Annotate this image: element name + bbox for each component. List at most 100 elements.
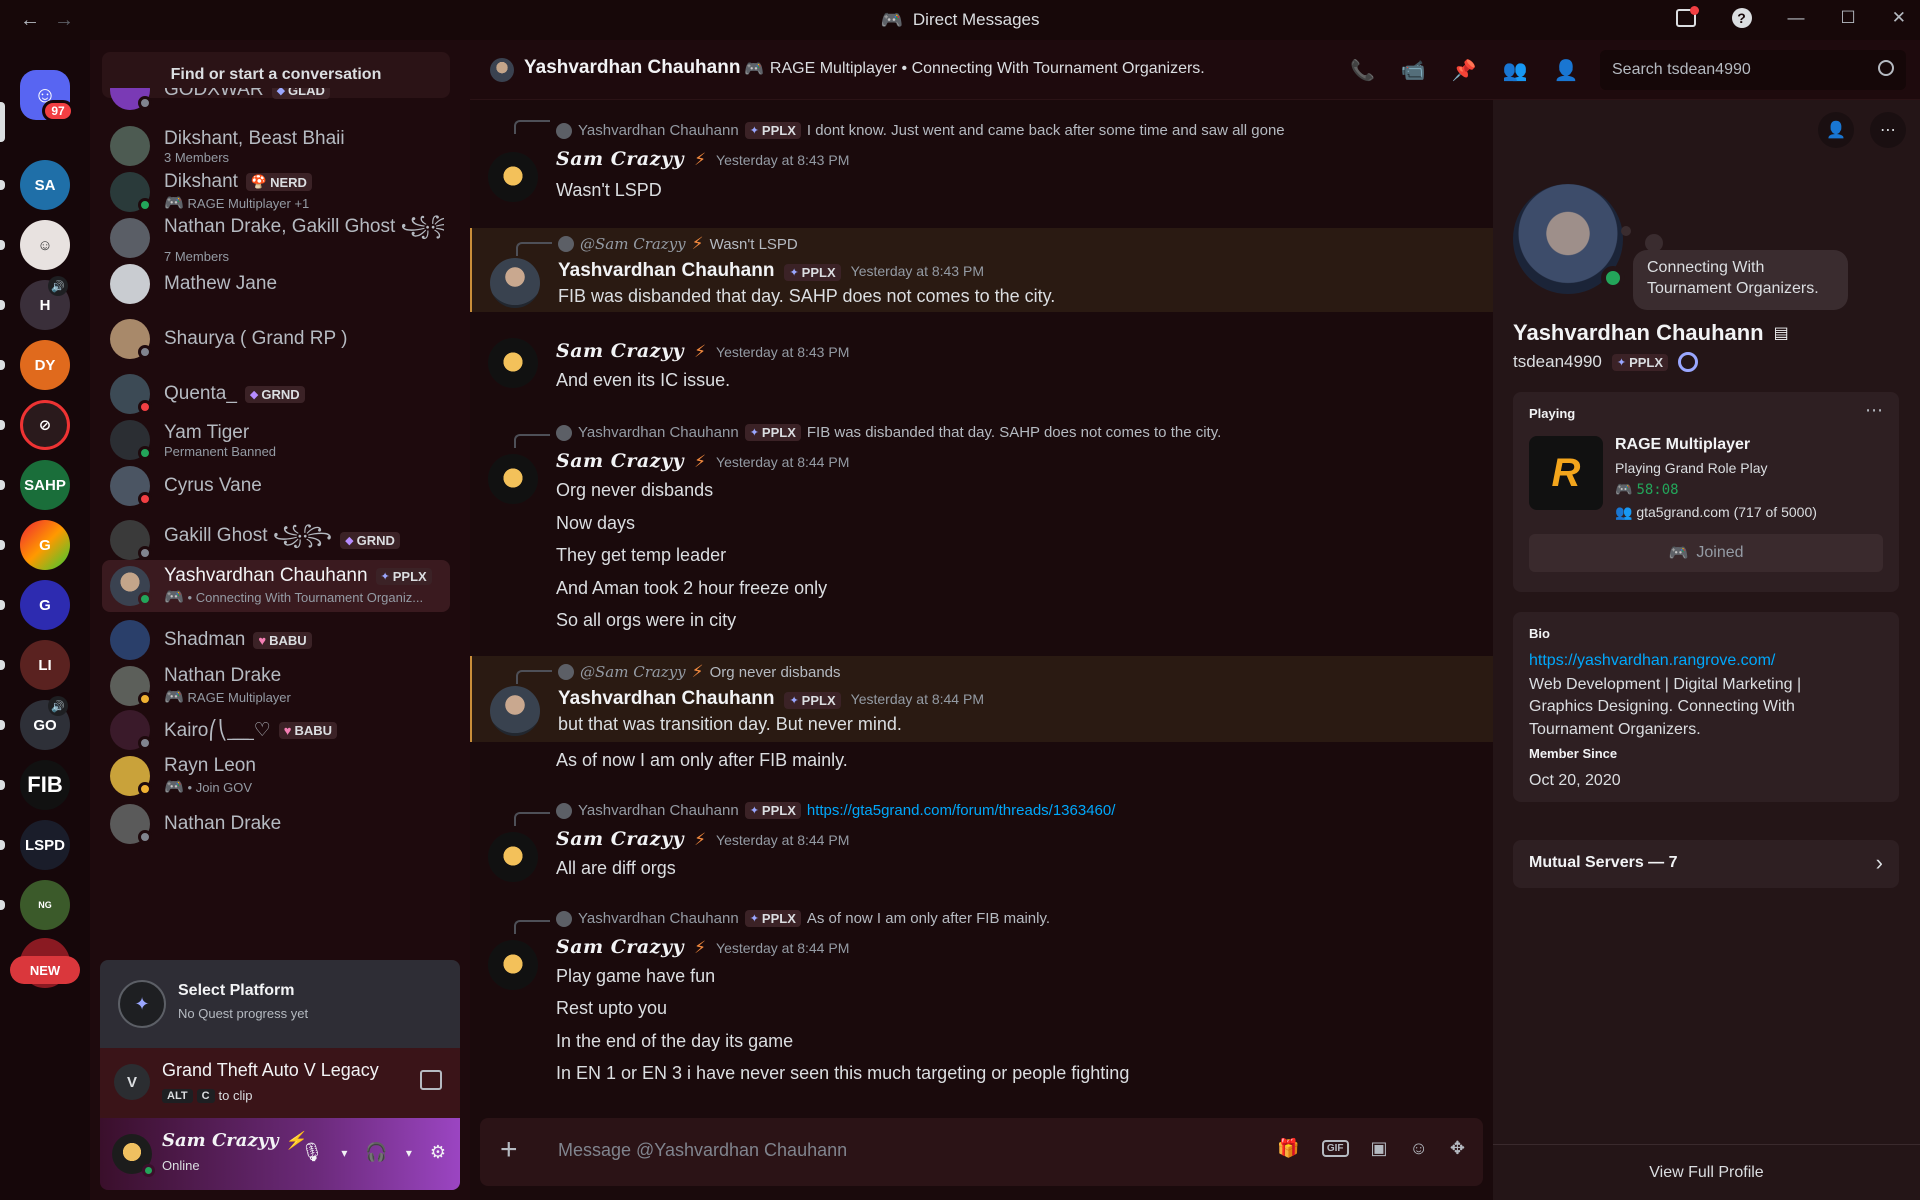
reply-preview[interactable]: Yashvardhan Chauhann ✦ PPLX I dont know. … — [556, 122, 1285, 139]
unread-pip — [0, 480, 5, 490]
author-name[interactable]: Sam Crazyy — [556, 936, 684, 958]
apps-icon[interactable]: ✥ — [1450, 1138, 1465, 1159]
group-avatar — [110, 218, 150, 258]
author-avatar[interactable] — [488, 152, 538, 202]
dm-item[interactable]: Dikshant 🍄 NERD 🎮 RAGE Multiplayer +1 — [102, 166, 450, 218]
more-options-icon[interactable]: ⋯ — [1870, 112, 1906, 148]
server-avatar-2[interactable]: ☺ — [20, 220, 70, 270]
server-lspd[interactable]: LSPD — [20, 820, 70, 870]
server-no-symbol[interactable]: ⊘ — [20, 400, 70, 450]
maximize-icon[interactable]: ☐ — [1841, 8, 1856, 28]
server-national-guard[interactable]: NG — [20, 880, 70, 930]
message-composer[interactable]: + Message @Yashvardhan Chauhann 🎁 GIF ▣ … — [480, 1118, 1483, 1186]
dm-sidebar: Find or start a conversation GODXWAR ◆ GLA… — [90, 40, 470, 1200]
message-line: As of now I am only after FIB mainly. — [556, 750, 848, 770]
server-fib[interactable]: FIB — [20, 760, 70, 810]
dm-item[interactable]: Gakill Ghost ꧁꧂ ◆ GRND — [102, 514, 450, 566]
author-name[interactable]: Sam Crazyy — [556, 340, 684, 362]
dm-item[interactable]: Dikshant, Beast Bhaii 3 Members — [102, 120, 450, 172]
minimize-icon[interactable]: — — [1788, 8, 1805, 28]
reply-preview[interactable]: Yashvardhan Chauhann ✦ PPLX FIB was disba… — [556, 424, 1221, 441]
dm-item-selected[interactable]: Yashvardhan Chauhann ✦ PPLX 🎮 • Connecting … — [102, 560, 450, 612]
add-friends-icon[interactable]: 👥 — [1503, 58, 1528, 83]
search-input[interactable]: Search tsdean4990 — [1600, 50, 1906, 90]
forward-arrow-icon[interactable]: → — [54, 9, 74, 32]
author-name[interactable]: Yashvardhan Chauhann — [558, 260, 774, 282]
help-icon[interactable]: ? — [1731, 8, 1752, 28]
author-avatar[interactable] — [490, 686, 540, 736]
server-dosti-yaari[interactable]: DY — [20, 340, 70, 390]
sticker-icon[interactable]: ▣ — [1371, 1138, 1388, 1159]
gif-icon[interactable]: GIF — [1321, 1140, 1349, 1157]
tag-label: NERD — [270, 174, 307, 190]
back-arrow-icon[interactable]: ← — [20, 9, 40, 32]
microphone-icon[interactable]: 🎙 — [301, 1142, 324, 1163]
clip-icon[interactable] — [420, 1070, 442, 1090]
close-icon[interactable]: ✕ — [1892, 8, 1906, 28]
sparkle-icon: ✦ — [789, 267, 799, 279]
note-icon[interactable]: ▤ — [1774, 323, 1789, 343]
gift-icon[interactable]: 🎁 — [1277, 1138, 1299, 1159]
clip-hint-text: to clip — [218, 1088, 253, 1103]
server-grand-1[interactable]: G — [20, 520, 70, 570]
inbox-icon[interactable] — [1675, 6, 1699, 27]
message-input[interactable]: Message @Yashvardhan Chauhann — [558, 1140, 847, 1161]
dm-item[interactable]: Kairo⎛⎝ ̲ ̲ ̲ ̲ ♡ ♥ BABU — [102, 704, 450, 756]
dm-item[interactable]: Shadman ♥ BABU — [102, 614, 450, 666]
message-mention: @Sam Crazyy ⚡ Wasn't LSPD Yashvardhan Ch… — [470, 228, 1493, 312]
server-san-andreas[interactable]: SA — [20, 160, 70, 210]
gamepad-icon: 🎮 — [164, 779, 184, 796]
dm-item[interactable]: Nathan Drake — [102, 798, 450, 850]
view-full-profile-button[interactable]: View Full Profile — [1493, 1144, 1920, 1200]
mutual-servers-button[interactable]: Mutual Servers — 7 › — [1513, 840, 1899, 888]
more-options-icon[interactable]: ⋯ — [1865, 400, 1883, 421]
joined-button[interactable]: 🎮 Joined — [1529, 534, 1883, 572]
header-name[interactable]: Yashvardhan Chauhann — [524, 57, 740, 79]
reply-preview[interactable]: @Sam Crazyy ⚡ Org never disbands — [558, 662, 841, 682]
author-name[interactable]: Sam Crazyy — [556, 450, 684, 472]
headphones-icon[interactable]: 🎧 — [365, 1142, 387, 1163]
dm-item[interactable]: GODXWAR ◆ GLAD — [102, 88, 450, 116]
reply-preview[interactable]: Yashvardhan Chauhann ✦ PPLX As of now I a… — [556, 910, 1050, 927]
author-name[interactable]: Sam Crazyy — [556, 148, 684, 170]
reply-text: As of now I am only after FIB mainly. — [806, 910, 1051, 927]
dm-item[interactable]: Shaurya ( Grand RP ) — [102, 313, 450, 365]
bio-link[interactable]: https://yashvardhan.rangrove.com/ — [1529, 652, 1775, 670]
author-avatar[interactable] — [490, 258, 540, 308]
user-profile-icon[interactable]: 👤 — [1554, 58, 1579, 83]
dm-item[interactable]: Rayn Leon 🎮 • Join GOV — [102, 750, 450, 802]
gear-icon[interactable]: ⚙ — [430, 1142, 446, 1163]
server-grand-2[interactable]: G — [20, 580, 70, 630]
dm-item[interactable]: Mathew Jane — [102, 258, 450, 310]
lightning-icon: ⚡ — [694, 938, 707, 957]
reply-avatar — [556, 122, 572, 139]
reply-link[interactable]: https://gta5grand.com/forum/threads/1363… — [807, 802, 1116, 819]
quest-panel[interactable]: ✦ Select Platform No Quest progress yet — [100, 960, 460, 1048]
chevron-down-icon[interactable]: ▾ — [341, 1146, 347, 1160]
new-badge[interactable]: NEW — [10, 956, 80, 984]
server-sahp[interactable]: SAHP — [20, 460, 70, 510]
quest-subtitle: No Quest progress yet — [178, 1006, 309, 1021]
author-avatar[interactable] — [488, 454, 538, 504]
dm-item[interactable]: Yam Tiger Permanent Banned — [102, 414, 450, 466]
add-friend-icon[interactable]: 👤 — [1818, 112, 1854, 148]
author-avatar[interactable] — [488, 832, 538, 882]
upload-plus-icon[interactable]: + — [500, 1134, 518, 1166]
author-avatar[interactable] — [488, 940, 538, 990]
reply-preview[interactable]: @Sam Crazyy ⚡ Wasn't LSPD — [558, 234, 798, 254]
author-name[interactable]: Sam Crazyy — [556, 828, 684, 850]
server-lifeinvader[interactable]: LI — [20, 640, 70, 690]
chevron-down-icon[interactable]: ▾ — [406, 1146, 412, 1160]
author-avatar[interactable] — [488, 338, 538, 388]
pin-icon[interactable]: 📌 — [1452, 58, 1477, 83]
reply-preview[interactable]: Yashvardhan Chauhann ✦ PPLX https://gta5g… — [556, 802, 1115, 819]
author-name[interactable]: Yashvardhan Chauhann — [558, 688, 774, 710]
emoji-icon[interactable]: ☺ — [1410, 1138, 1428, 1159]
dm-item[interactable]: Nathan Drake, Gakill Ghost ꧁꧂...7 Member… — [102, 212, 450, 264]
dm-item[interactable]: Quenta_ ◆ GRND — [102, 368, 450, 420]
nitro-badge-icon — [1678, 352, 1699, 372]
dm-item[interactable]: Cyrus Vane — [102, 460, 450, 512]
guild-tag: ✦ PPLX — [1611, 353, 1669, 371]
phone-call-icon[interactable]: 📞 — [1350, 58, 1375, 83]
video-call-icon[interactable]: 📹 — [1401, 58, 1426, 83]
